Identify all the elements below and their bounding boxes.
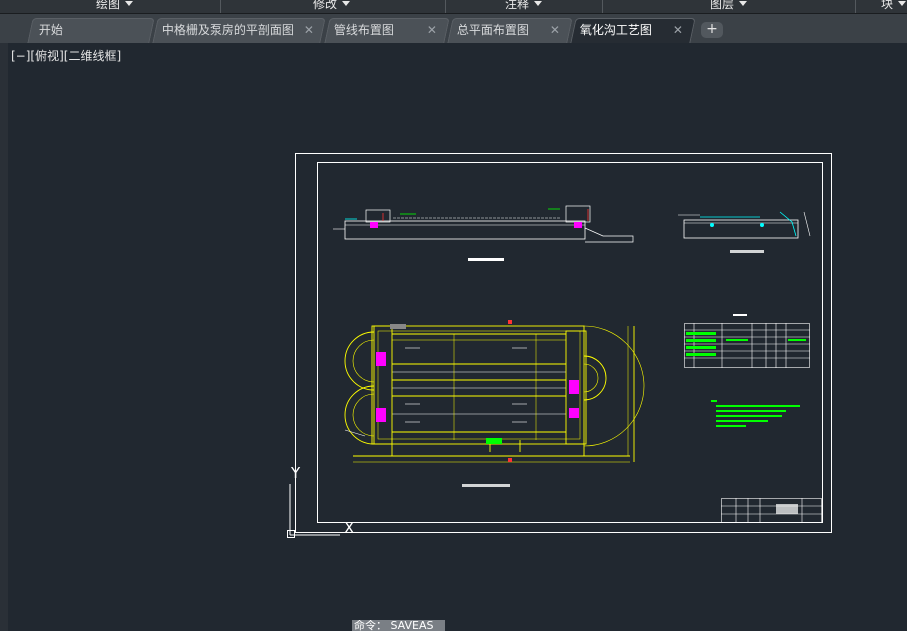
tab-fine-screen-pump-house[interactable]: 中格栅及泵房的平剖面图 ✕: [152, 18, 326, 43]
close-icon[interactable]: ✕: [425, 22, 439, 38]
tab-label: 开始: [38, 23, 63, 37]
panel-separator: [220, 0, 221, 13]
ribbon-panel-modify[interactable]: 修改: [313, 0, 351, 12]
tab-general-plan[interactable]: 总平面布置图 ✕: [447, 18, 573, 43]
close-icon[interactable]: ✕: [548, 22, 562, 38]
ucs-x-label: X: [344, 519, 354, 537]
ucs-icon: Y X: [287, 464, 354, 538]
ribbon-panel-block[interactable]: 块: [881, 0, 907, 12]
close-icon[interactable]: ✕: [302, 22, 316, 38]
file-tab-bar: 开始 中格栅及泵房的平剖面图 ✕ 管线布置图 ✕ 总平面布置图 ✕ 氧化沟工艺图…: [0, 14, 907, 43]
ribbon-panel-annotate[interactable]: 注释: [505, 0, 543, 12]
ribbon-panel-layers[interactable]: 图层: [710, 0, 748, 12]
panel-label: 修改: [313, 0, 338, 11]
command-line[interactable]: 命令： SAVEAS: [352, 620, 445, 631]
tab-pipeline-layout[interactable]: 管线布置图 ✕: [324, 18, 450, 43]
chevron-down-icon: [739, 1, 748, 6]
sheet-inner-border: [317, 162, 823, 523]
chevron-down-icon: [534, 1, 543, 6]
chevron-down-icon: [342, 1, 351, 6]
tab-start[interactable]: 开始: [27, 18, 155, 43]
chevron-down-icon: [125, 1, 134, 6]
ucs-y-label: Y: [290, 464, 301, 482]
design-notes: [711, 400, 800, 427]
tab-label: 总平面布置图: [456, 23, 529, 37]
cross-section-view: [678, 211, 811, 253]
longitudinal-section-view: [333, 205, 634, 261]
ribbon-panel-bar: 绘图 修改 注释 图层 块: [0, 0, 907, 14]
new-tab-button[interactable]: +: [701, 22, 723, 38]
title-block: [721, 498, 822, 523]
command-prompt: 命令：: [354, 620, 387, 631]
tab-label: 氧化沟工艺图: [579, 23, 652, 37]
tab-label: 管线布置图: [333, 23, 394, 37]
chevron-down-icon: [898, 1, 907, 6]
viewport-controls[interactable]: [−][俯视][二维线框]: [11, 49, 121, 64]
panel-separator: [602, 0, 603, 13]
command-text: 命令： SAVEAS: [354, 620, 434, 631]
model-space-canvas[interactable]: Y X: [0, 43, 907, 631]
equipment-table: [684, 314, 810, 368]
tab-oxidation-ditch[interactable]: 氧化沟工艺图 ✕: [570, 18, 696, 43]
tab-label: 中格栅及泵房的平剖面图: [161, 23, 294, 37]
ribbon-panel-draw[interactable]: 绘图: [96, 0, 134, 12]
sheet-outer-border: [295, 153, 832, 533]
panel-separator: [855, 0, 856, 13]
panel-label: 注释: [505, 0, 530, 11]
panel-label: 块: [881, 0, 894, 11]
close-icon[interactable]: ✕: [671, 22, 685, 38]
panel-label: 图层: [710, 0, 735, 11]
panel-label: 绘图: [96, 0, 121, 11]
panel-separator: [445, 0, 446, 13]
command-value: SAVEAS: [390, 620, 434, 631]
